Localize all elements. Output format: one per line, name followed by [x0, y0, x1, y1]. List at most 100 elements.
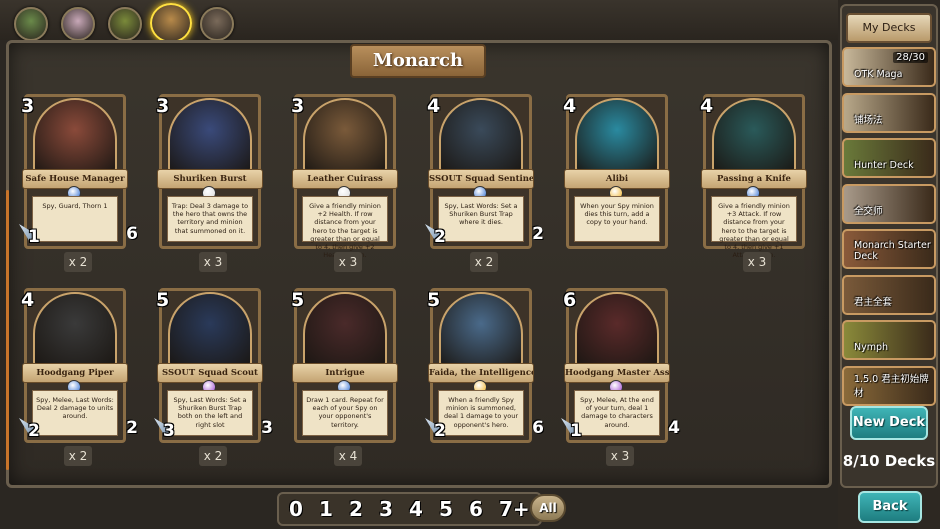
deck-name: Hunter Deck: [854, 160, 914, 171]
health-heart-icon: 6: [524, 415, 552, 442]
card-count: x 4: [334, 446, 362, 466]
deck-item[interactable]: Nymph: [842, 320, 936, 360]
card-count: x 2: [199, 446, 227, 466]
card-count: x 3: [606, 446, 634, 466]
card-health: 4: [668, 418, 680, 438]
card-cost: 4: [700, 95, 714, 117]
card-health: 2: [126, 418, 138, 438]
deck-name: 铺场法: [854, 114, 883, 126]
card-text: Draw 1 card. Repeat for each of your Spy…: [302, 390, 388, 436]
card-count: x 3: [334, 252, 362, 272]
card-count: x 2: [64, 446, 92, 466]
cost-filter-label: 1: [319, 497, 333, 521]
deck-card-count: 28/30: [893, 52, 928, 63]
card[interactable]: Alibi When your Spy minion dies this turn…: [560, 94, 672, 249]
card-art: [575, 292, 659, 370]
deck-item[interactable]: Monarch Starter Deck: [842, 229, 936, 269]
mana-cost-icon: 5: [424, 288, 450, 318]
deck-item[interactable]: OTK Maga 28/30: [842, 47, 936, 87]
scrollbar[interactable]: [6, 190, 9, 470]
deck-name: 1.5.0 君主初始牌材: [854, 373, 929, 399]
attack-sword-icon: 1: [19, 224, 49, 250]
my-decks-header: My Decks: [846, 13, 932, 43]
health-heart-icon: 3: [253, 415, 281, 442]
new-deck-button[interactable]: New Deck: [850, 406, 928, 440]
card-attack: 2: [28, 421, 40, 441]
deck-name: 全交师: [854, 205, 883, 217]
card-cost: 4: [427, 95, 441, 117]
mana-cost-icon: 5: [288, 288, 314, 318]
health-heart-icon: 2: [118, 415, 146, 442]
hero-tab-5[interactable]: [200, 7, 234, 41]
mana-cost-icon: 4: [18, 288, 44, 318]
back-button[interactable]: Back: [858, 491, 922, 523]
card-art: [168, 292, 252, 370]
card-count: x 3: [743, 252, 771, 272]
cost-filter-label: 6: [469, 497, 483, 521]
cost-filter-button[interactable]: 4: [400, 492, 430, 526]
attack-sword-icon: 2: [425, 418, 455, 444]
deck-item[interactable]: 1.5.0 君主初始牌材: [842, 365, 936, 406]
card-cost: 5: [427, 289, 441, 311]
mana-cost-icon: 4: [697, 94, 723, 124]
attack-sword-icon: 3: [154, 418, 184, 444]
cost-filter-button[interactable]: 0: [280, 492, 310, 526]
mana-cost-icon: 4: [424, 94, 450, 124]
card-text: Give a friendly minion +2 Health. If row…: [302, 196, 388, 259]
filter-all-button[interactable]: All: [530, 494, 566, 522]
card[interactable]: Safe House Manager Spy, Guard, Thorn 1316: [18, 94, 138, 250]
card[interactable]: Leather Cuirass Give a friendly minion +2…: [288, 94, 400, 259]
card[interactable]: Hoodgang Master AssassinSpy, Melee, At t…: [560, 288, 680, 444]
deck-item[interactable]: Hunter Deck: [842, 138, 936, 178]
card[interactable]: Faida, the Intelligence First MateWhen a…: [424, 288, 544, 444]
deck-capacity: 8/10 Decks: [842, 452, 936, 470]
cost-filter-button[interactable]: 2: [340, 492, 370, 526]
card-art: [168, 98, 252, 176]
cost-filter-button[interactable]: 7+: [490, 492, 530, 526]
hero-tab-4[interactable]: [150, 3, 192, 43]
deck-item[interactable]: 全交师: [842, 183, 936, 224]
card-attack: 2: [434, 421, 446, 441]
card-count: x 2: [470, 252, 498, 272]
card[interactable]: Hoodgang Piper Spy, Melee, Last Words: De…: [18, 288, 138, 443]
cost-filter-button[interactable]: 5: [430, 492, 460, 526]
cost-filter-button[interactable]: 3: [370, 492, 400, 526]
card-attack: 3: [163, 421, 175, 441]
attack-sword-icon: 1: [561, 418, 591, 444]
mana-cost-icon: 3: [18, 94, 44, 124]
deck-item[interactable]: 君主全套: [842, 274, 936, 315]
cost-filter-label: 0: [289, 497, 303, 521]
hero-tab-2[interactable]: [61, 7, 95, 41]
deck-name: Monarch Starter Deck: [854, 240, 931, 262]
cost-filter-label: 7+: [499, 497, 530, 521]
card-cost: 3: [291, 95, 305, 117]
cost-filter-button[interactable]: 1: [310, 492, 340, 526]
card-cost: 5: [156, 289, 170, 311]
card[interactable]: SSOUT Squad Scout Spy, Last Words: Set a …: [153, 288, 273, 444]
card-health: 6: [532, 418, 544, 438]
card-text: Give a friendly minion +3 Attack. If row…: [711, 196, 797, 259]
card-health: 2: [532, 224, 544, 244]
card[interactable]: Passing a Knife Give a friendly minion +3…: [697, 94, 809, 259]
card[interactable]: Intrigue Draw 1 card. Repeat for each of …: [288, 288, 400, 443]
card-attack: 2: [434, 227, 446, 247]
mana-cost-icon: 3: [288, 94, 314, 124]
hero-tab-1[interactable]: [14, 7, 48, 41]
card-attack: 1: [570, 421, 582, 441]
card-cost: 3: [156, 95, 170, 117]
health-heart-icon: 6: [118, 221, 146, 248]
deck-item[interactable]: 铺场法: [842, 92, 936, 133]
card-art: [33, 98, 117, 176]
card[interactable]: Shuriken Burst Trap: Deal 3 damage to the…: [153, 94, 265, 249]
cost-filter-button[interactable]: 6: [460, 492, 490, 526]
card-art: [439, 98, 523, 176]
mana-cost-icon: 4: [560, 94, 586, 124]
card-count: x 3: [199, 252, 227, 272]
card[interactable]: SSOUT Squad Sentinel Spy, Last Words: Set…: [424, 94, 544, 250]
cost-filter-label: 5: [439, 497, 453, 521]
card-health: 6: [126, 224, 138, 244]
card-art: [303, 98, 387, 176]
mana-cost-icon: 6: [560, 288, 586, 318]
attack-sword-icon: 2: [425, 224, 455, 250]
hero-tab-3[interactable]: [108, 7, 142, 41]
